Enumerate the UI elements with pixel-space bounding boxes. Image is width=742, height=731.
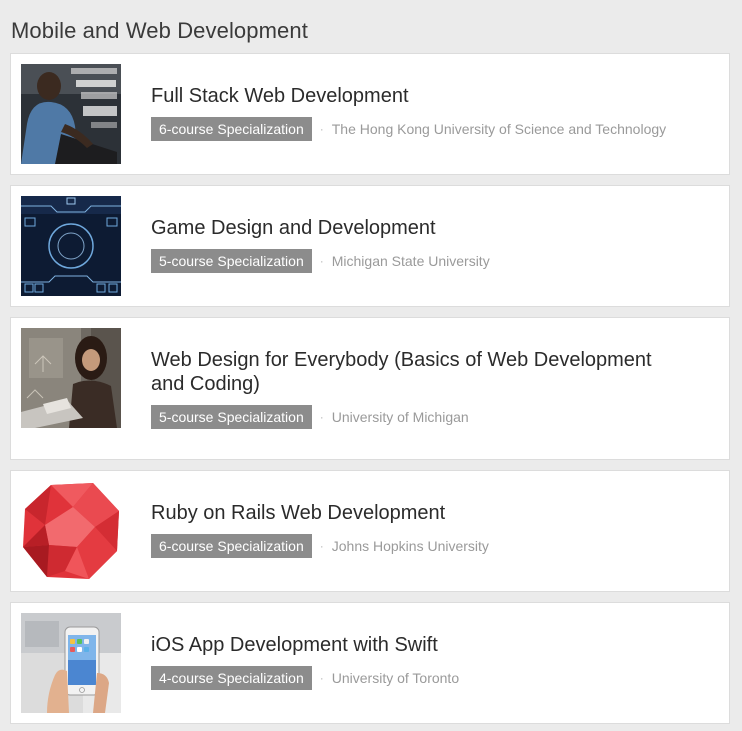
separator-dot: · [319, 122, 324, 136]
university-name[interactable]: University of Toronto [332, 670, 459, 686]
university-name[interactable]: The Hong Kong University of Science and … [332, 121, 666, 137]
specialization-badge[interactable]: 6-course Specialization [151, 117, 312, 141]
course-meta: 5-course Specialization · Michigan State… [151, 249, 490, 273]
red-ruby-gem-image[interactable] [21, 481, 121, 581]
specialization-badge[interactable]: 5-course Specialization [151, 405, 312, 429]
specialization-badge[interactable]: 6-course Specialization [151, 534, 312, 558]
course-meta: 6-course Specialization · Johns Hopkins … [151, 534, 489, 558]
university-name[interactable]: Michigan State University [332, 253, 490, 269]
course-title[interactable]: iOS App Development with Swift [151, 633, 689, 657]
course-title[interactable]: Full Stack Web Development [151, 84, 689, 108]
separator-dot: · [319, 671, 324, 685]
hand-holding-iphone-image[interactable] [21, 613, 121, 713]
university-name[interactable]: Johns Hopkins University [332, 538, 489, 554]
course-card-game-design[interactable]: Game Design and Development 5-course Spe… [10, 185, 730, 307]
section-title: Mobile and Web Development [11, 18, 308, 43]
university-name[interactable]: University of Michigan [332, 409, 469, 425]
course-card-ruby-on-rails[interactable]: Ruby on Rails Web Development 6-course S… [10, 470, 730, 592]
game-hud-interface-image[interactable] [21, 196, 121, 296]
course-meta: 6-course Specialization · The Hong Kong … [151, 117, 666, 141]
specialization-badge[interactable]: 5-course Specialization [151, 249, 312, 273]
course-card-full-stack[interactable]: Full Stack Web Development 6-course Spec… [10, 53, 730, 175]
person-coding-laptop-image[interactable] [21, 64, 121, 164]
woman-typing-laptop-image[interactable] [21, 328, 121, 428]
separator-dot: · [319, 410, 324, 424]
specialization-badge[interactable]: 4-course Specialization [151, 666, 312, 690]
course-meta: 5-course Specialization · University of … [151, 405, 469, 429]
course-meta: 4-course Specialization · University of … [151, 666, 459, 690]
separator-dot: · [319, 539, 324, 553]
course-card-ios-swift[interactable]: iOS App Development with Swift 4-course … [10, 602, 730, 724]
course-title[interactable]: Ruby on Rails Web Development [151, 501, 689, 525]
course-title[interactable]: Game Design and Development [151, 216, 689, 240]
separator-dot: · [319, 254, 324, 268]
course-title[interactable]: Web Design for Everybody (Basics of Web … [151, 348, 689, 396]
course-card-web-design[interactable]: Web Design for Everybody (Basics of Web … [10, 317, 730, 460]
